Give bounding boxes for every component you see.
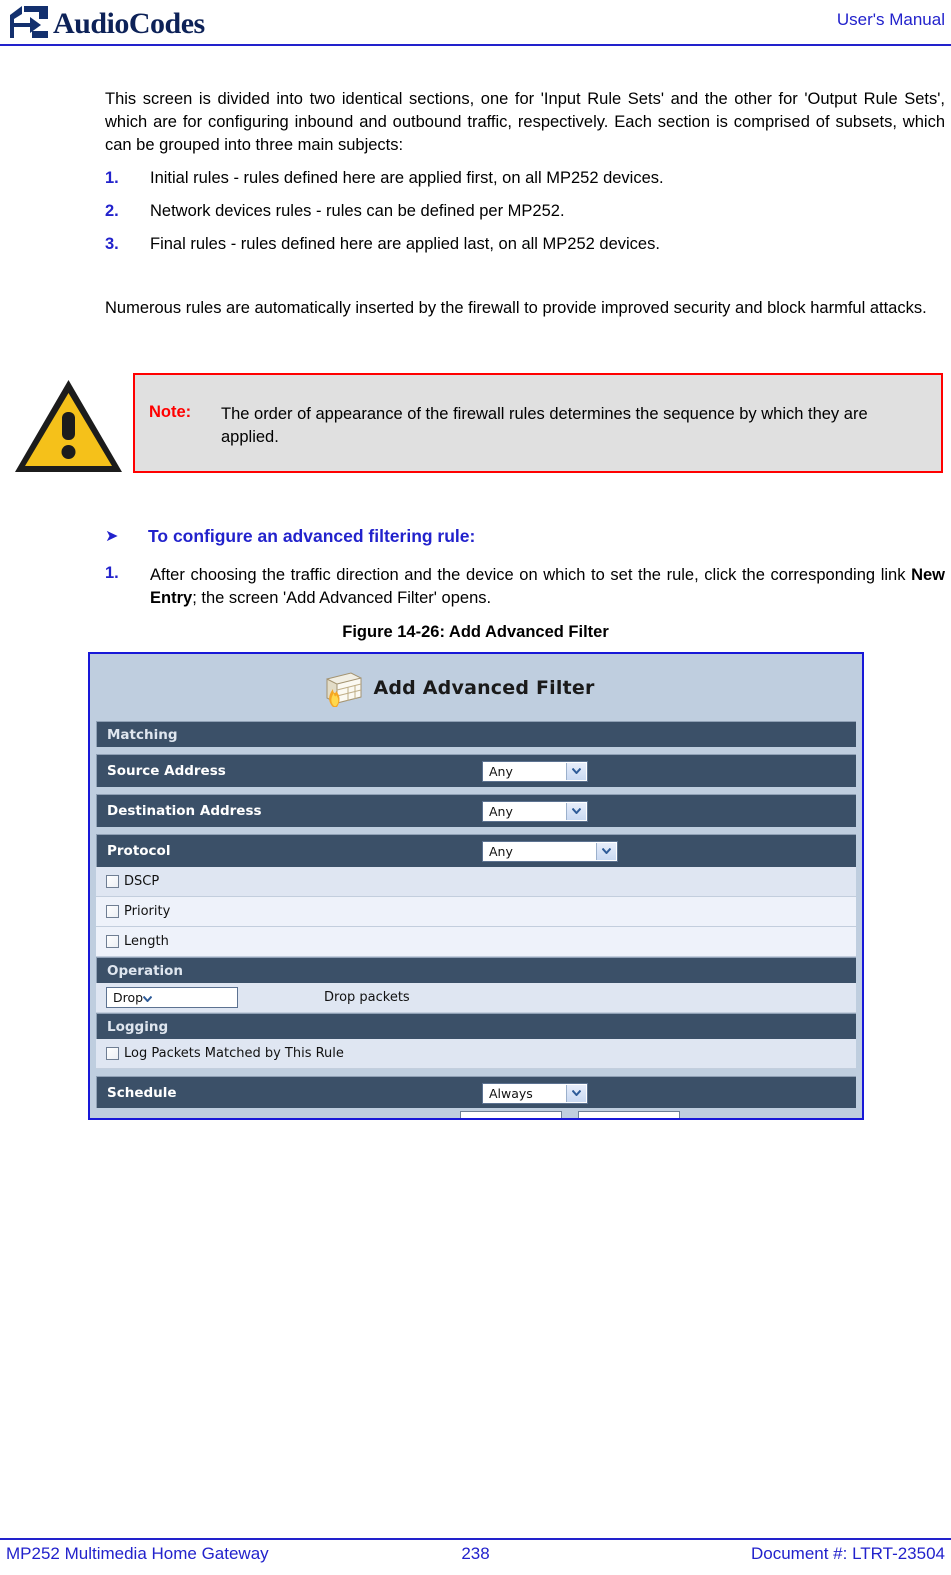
row-protocol: Protocol Any [96, 834, 856, 867]
list-item-label: Initial rules - rules defined here are a… [150, 169, 664, 187]
length-checkbox[interactable] [106, 935, 119, 948]
screenshot-footer-strip [90, 1108, 862, 1118]
list-item-number: 3. [105, 235, 119, 253]
row-operation: Drop Drop packets [96, 983, 856, 1013]
schedule-select[interactable]: Always [482, 1082, 588, 1104]
row-length[interactable]: Length [96, 927, 856, 957]
figure-caption: Figure 14-26: Add Advanced Filter [342, 623, 609, 641]
arrow-bullet-icon: ➤ [105, 528, 119, 545]
audiocodes-logo-mark-icon [8, 5, 50, 39]
destination-address-label: Destination Address [107, 803, 262, 819]
footer-divider [0, 1538, 951, 1540]
firewall-icon [317, 667, 363, 709]
warning-triangle-icon [12, 376, 125, 476]
destination-address-select[interactable]: Any [482, 800, 588, 822]
screenshot-body: Matching Source Address Any Destination … [90, 721, 862, 1109]
row-destination-address: Destination Address Any [96, 794, 856, 827]
procedure-step-number: 1. [105, 564, 119, 582]
screenshot-titlebar: Add Advanced Filter [90, 654, 862, 721]
procedure-heading: ➤ To configure an advanced filtering rul… [105, 525, 945, 547]
screenshot-title: Add Advanced Filter [373, 676, 595, 699]
row-schedule: Schedule Always [96, 1076, 856, 1109]
protocol-value: Any [489, 843, 513, 859]
section-header-logging: Logging [96, 1013, 856, 1039]
step-text-b: ; the screen 'Add Advanced Filter' opens… [192, 589, 492, 607]
note-text: The order of appearance of the firewall … [221, 405, 868, 446]
procedure-step-1: 1. After choosing the traffic direction … [105, 564, 945, 610]
chevron-down-icon[interactable] [566, 802, 586, 820]
intro-paragraph: This screen is divided into two identica… [105, 90, 945, 154]
schedule-label: Schedule [107, 1085, 177, 1101]
note-box: Note: The order of appearance of the fir… [133, 373, 943, 473]
source-address-label: Source Address [107, 763, 226, 779]
chevron-down-icon[interactable] [566, 1084, 586, 1102]
destination-address-value: Any [489, 803, 513, 819]
operation-value: Drop [113, 990, 144, 1005]
second-paragraph: Numerous rules are automatically inserte… [105, 299, 927, 317]
priority-checkbox[interactable] [106, 905, 119, 918]
dscp-label: DSCP [124, 874, 160, 889]
note-callout: Note: The order of appearance of the fir… [0, 372, 951, 484]
section-header-matching: Matching [96, 721, 856, 747]
procedure-step-text: After choosing the traffic direction and… [150, 564, 945, 610]
operation-description: Drop packets [324, 990, 410, 1005]
procedure-heading-label: To configure an advanced filtering rule: [148, 526, 476, 546]
footer-document-number: Document #: LTRT-23504 [750, 1544, 945, 1563]
protocol-label: Protocol [107, 843, 171, 859]
add-advanced-filter-screenshot: Add Advanced Filter Matching Source Addr… [88, 652, 864, 1120]
ok-button-clipped[interactable] [460, 1111, 562, 1118]
chevron-down-icon[interactable] [596, 842, 616, 860]
list-item-label: Network devices rules - rules can be def… [150, 202, 565, 220]
intro-section: This screen is divided into two identica… [105, 88, 945, 266]
source-address-select[interactable]: Any [482, 760, 588, 782]
list-item-label: Final rules - rules defined here are app… [150, 235, 660, 253]
audiocodes-logo-text: AudioCodes [53, 7, 205, 40]
log-packets-checkbox[interactable] [106, 1047, 119, 1060]
list-item: 2. Network devices rules - rules can be … [105, 200, 945, 223]
section-header-operation: Operation [96, 957, 856, 983]
chevron-down-icon[interactable] [142, 990, 153, 1005]
list-item: 3. Final rules - rules defined here are … [105, 233, 945, 256]
source-address-value: Any [489, 763, 513, 779]
row-log-packets[interactable]: Log Packets Matched by This Rule [96, 1039, 856, 1069]
list-item-number: 1. [105, 169, 119, 187]
list-item: 1. Initial rules - rules defined here ar… [105, 167, 945, 190]
length-label: Length [124, 934, 169, 949]
header-doc-type: User's Manual [836, 10, 945, 29]
schedule-value: Always [489, 1085, 533, 1101]
row-source-address: Source Address Any [96, 754, 856, 787]
row-priority[interactable]: Priority [96, 897, 856, 927]
page-footer: MP252 Multimedia Home Gateway 238 Docume… [0, 1544, 951, 1570]
page-header: AudioCodes User's Manual [0, 0, 951, 46]
log-packets-label: Log Packets Matched by This Rule [124, 1046, 344, 1061]
header-divider [0, 44, 951, 46]
second-paragraph-block: Numerous rules are automatically inserte… [105, 297, 945, 322]
apply-button-clipped[interactable] [578, 1111, 680, 1118]
step-text-a: After choosing the traffic direction and… [150, 566, 912, 584]
protocol-select[interactable]: Any [482, 840, 618, 862]
note-label: Note: [149, 403, 192, 421]
audiocodes-logo: AudioCodes [8, 3, 205, 39]
chevron-down-icon[interactable] [566, 762, 586, 780]
priority-label: Priority [124, 904, 171, 919]
row-dscp[interactable]: DSCP [96, 867, 856, 897]
subjects-list: 1. Initial rules - rules defined here ar… [105, 167, 945, 256]
dscp-checkbox[interactable] [106, 875, 119, 888]
list-item-number: 2. [105, 202, 119, 220]
operation-select[interactable]: Drop [106, 987, 238, 1008]
